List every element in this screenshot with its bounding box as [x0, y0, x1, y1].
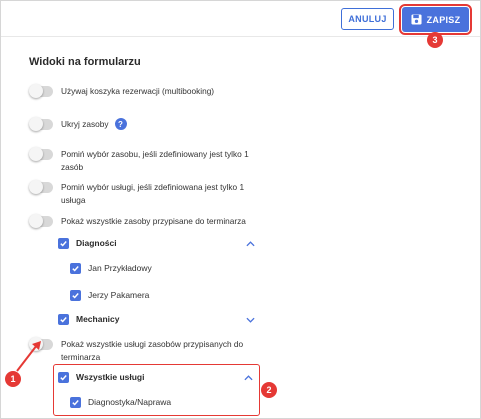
- toggle-row-skip-resource: Pomiń wybór zasobu, jeśli zdefiniowany j…: [29, 147, 249, 174]
- chevron-up-icon[interactable]: [244, 375, 253, 381]
- chevron-down-icon[interactable]: [246, 317, 255, 323]
- toggle-skip-resource[interactable]: [29, 147, 53, 161]
- toggle-multibooking[interactable]: [29, 84, 53, 98]
- chevron-up-icon[interactable]: [246, 241, 255, 247]
- toggle-label-line1: Pomiń wybór usługi, jeśli zdefiniowana j…: [61, 182, 245, 192]
- annotation-badge-3: 3: [427, 32, 443, 48]
- list-item-jan: Jan Przykładowy: [70, 263, 152, 274]
- toggle-label-line2: terminarza: [61, 352, 101, 362]
- group-label: Diagności: [76, 238, 117, 248]
- cancel-button[interactable]: ANULUJ: [341, 8, 394, 30]
- toggle-show-all-resources[interactable]: [29, 214, 53, 228]
- toggle-label-line1: Pokaż wszystkie usługi zasobów przypisan…: [61, 339, 244, 349]
- checkbox-checked[interactable]: [58, 372, 69, 383]
- checkbox-checked[interactable]: [70, 263, 81, 274]
- toggle-label: Ukryj zasoby: [61, 119, 109, 129]
- toggle-row-show-all-services: Pokaż wszystkie usługi zasobów przypisan…: [29, 337, 243, 364]
- action-bar: ANULUJ ZAPISZ: [1, 1, 480, 37]
- toggle-label: Pomiń wybór usługi, jeśli zdefiniowana j…: [61, 181, 244, 207]
- toggle-label: Pokaż wszystkie zasoby przypisane do ter…: [61, 216, 246, 226]
- toggle-hide-resources[interactable]: [29, 117, 53, 131]
- group-label: Mechanicy: [76, 314, 120, 324]
- annotation-badge-2: 2: [261, 382, 277, 398]
- group-label: Wszystkie usługi: [76, 372, 145, 382]
- group-diagnosci: Diagności: [58, 238, 117, 249]
- item-label: Diagnostyka/Naprawa: [88, 397, 172, 407]
- checkbox-checked[interactable]: [70, 290, 81, 301]
- save-button-label: ZAPISZ: [426, 14, 461, 25]
- toggle-skip-service[interactable]: [29, 180, 53, 194]
- settings-panel: ANULUJ ZAPISZ 3 Widoki na formularzu Uży…: [0, 0, 481, 419]
- toggle-row-hide-resources: Ukryj zasoby ?: [29, 117, 127, 131]
- toggle-label: Pokaż wszystkie usługi zasobów przypisan…: [61, 338, 243, 364]
- toggle-row-multibooking: Używaj koszyka rezerwacji (multibooking): [29, 84, 215, 98]
- annotation-arrow: [16, 341, 41, 372]
- checkbox-checked[interactable]: [58, 314, 69, 325]
- toggle-label-line1: Pomiń wybór zasobu, jeśli zdefiniowany j…: [61, 149, 249, 159]
- toggle-row-skip-service: Pomiń wybór usługi, jeśli zdefiniowana j…: [29, 180, 244, 207]
- checkbox-checked[interactable]: [70, 397, 81, 408]
- group-mechanicy: Mechanicy: [58, 314, 119, 325]
- list-item-diagnostyka: Diagnostyka/Naprawa: [70, 397, 171, 408]
- save-icon: [411, 14, 422, 25]
- item-label: Jan Przykładowy: [88, 263, 152, 273]
- section-title: Widoki na formularzu: [29, 56, 141, 68]
- save-button[interactable]: ZAPISZ: [399, 4, 472, 35]
- toggle-label-line2: usługa: [61, 195, 86, 205]
- toggle-label-line2: zasób: [61, 162, 84, 172]
- checkbox-checked[interactable]: [58, 238, 69, 249]
- item-label: Jerzy Pakamera: [88, 290, 150, 300]
- list-item-jerzy: Jerzy Pakamera: [70, 290, 149, 301]
- annotation-badge-1: 1: [5, 371, 21, 387]
- toggle-row-show-all-resources: Pokaż wszystkie zasoby przypisane do ter…: [29, 214, 246, 228]
- group-wszystkie-uslugi: Wszystkie usługi: [58, 372, 145, 383]
- toggle-label: Używaj koszyka rezerwacji (multibooking): [61, 86, 215, 96]
- help-icon[interactable]: ?: [114, 118, 127, 130]
- toggle-label: Pomiń wybór zasobu, jeśli zdefiniowany j…: [61, 148, 249, 174]
